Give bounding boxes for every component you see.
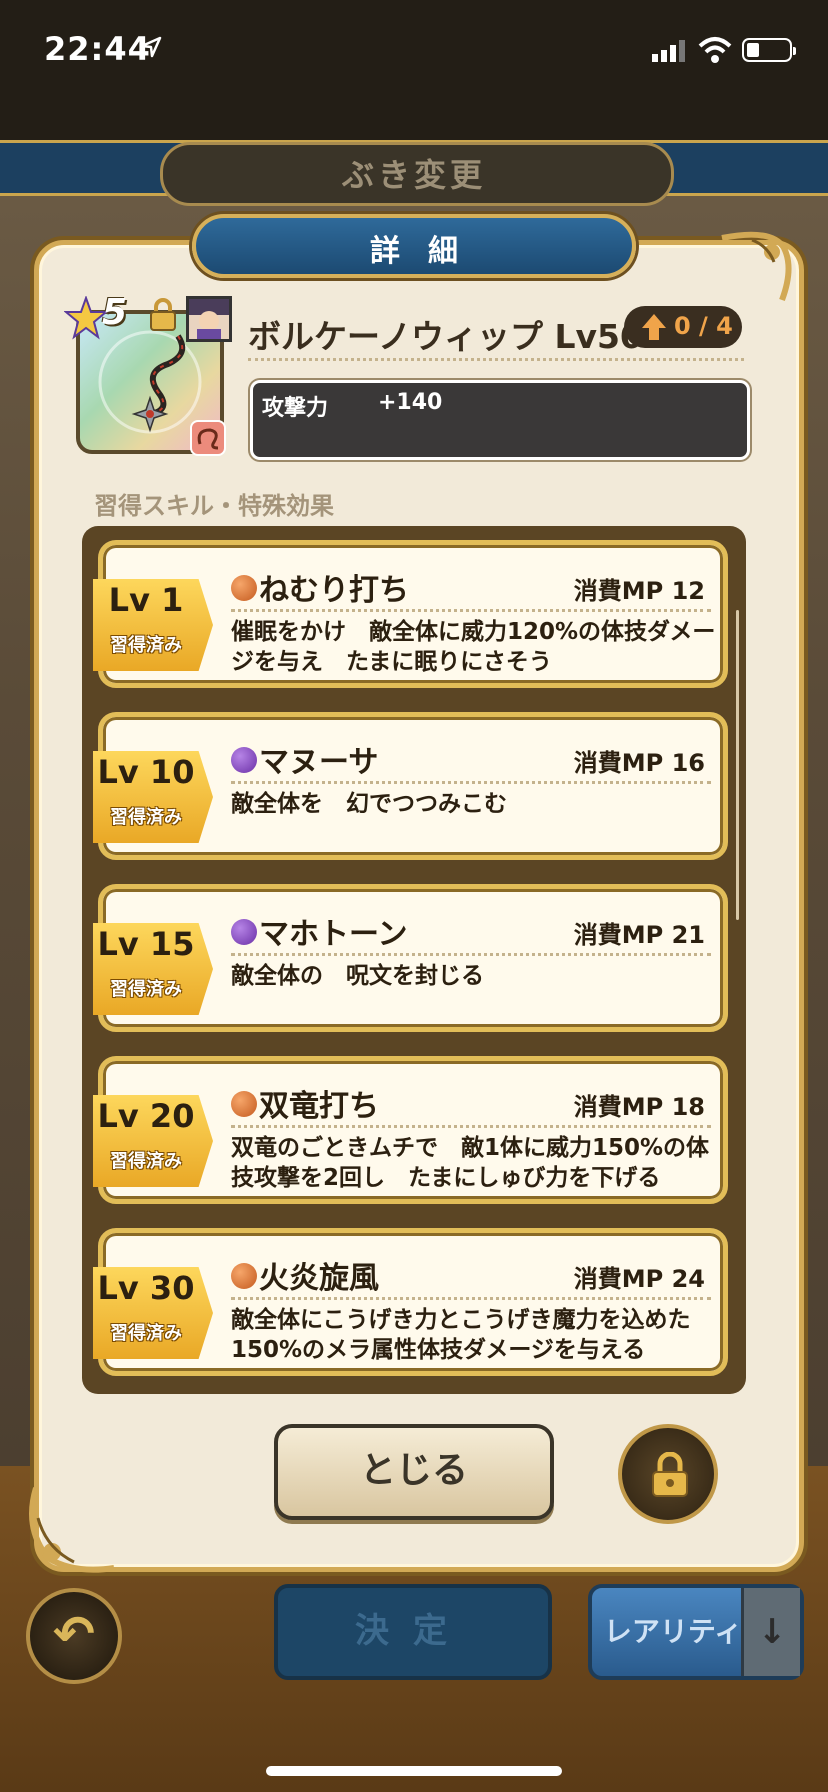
learned-badge: 習得済み — [110, 979, 182, 1000]
skill-level: Lv 1 — [108, 581, 184, 619]
weapon-name: ボルケーノウィップ Lv50 — [248, 317, 643, 356]
divider — [231, 609, 711, 612]
panel-title: 詳細 — [370, 234, 486, 269]
skill-mp: 消費MP 12 — [573, 577, 705, 605]
lock-icon — [652, 1452, 688, 1497]
skill-card[interactable]: Lv 15 習得済み マホトーン 消費MP 21 敵全体の 呪文を封じる — [93, 884, 728, 1032]
close-button[interactable]: とじる — [274, 1424, 554, 1520]
home-indicator[interactable] — [266, 1766, 562, 1776]
stat-value: +140 — [378, 390, 443, 415]
rarity-number: 5 — [102, 292, 128, 333]
stat-label: 攻撃力 — [262, 396, 329, 421]
sort-down-arrow-icon[interactable]: ↓ — [741, 1588, 800, 1676]
rarity-sort-label: レアリティ — [603, 1615, 743, 1648]
level-tag: Lv 1 習得済み — [93, 579, 213, 671]
learned-badge: 習得済み — [110, 807, 182, 828]
lock-icon — [150, 298, 176, 331]
skill-mp: 消費MP 18 — [573, 1093, 705, 1121]
skill-name: 双竜打ち — [259, 1089, 379, 1124]
scrollbar[interactable] — [736, 610, 739, 920]
status-bar — [0, 0, 828, 140]
orange-skill-icon — [231, 575, 257, 601]
lock-button[interactable] — [618, 1424, 718, 1524]
upgrade-count: 0 / 4 — [674, 312, 733, 340]
back-button[interactable]: ↶ — [26, 1588, 122, 1684]
skill-name: マホトーン — [259, 917, 408, 952]
purple-skill-icon — [231, 919, 257, 945]
rarity-sort-button[interactable]: レアリティ ↓ — [588, 1584, 804, 1680]
skill-card[interactable]: Lv 1 習得済み ねむり打ち 消費MP 12 催眠をかけ 敵全体に威力120%の… — [93, 540, 728, 688]
cellular-signal-icon — [652, 40, 685, 62]
skill-mp: 消費MP 21 — [573, 921, 705, 949]
skill-name: 火炎旋風 — [259, 1261, 379, 1296]
arrow-up-icon — [642, 314, 666, 340]
skill-description: 敵全体にこうげき力とこうげき魔力を込めた150%のメラ属性体技ダメージを与える — [231, 1307, 691, 1363]
back-arrow-icon: ↶ — [53, 1605, 95, 1663]
battery-icon — [742, 38, 796, 62]
skill-level: Lv 30 — [97, 1269, 195, 1307]
learned-badge: 習得済み — [110, 635, 182, 656]
level-tag: Lv 30 習得済み — [93, 1267, 213, 1359]
skill-description: 催眠をかけ 敵全体に威力120%の体技ダメージを与え たまに眠りにさそう — [231, 619, 716, 675]
skill-list[interactable]: Lv 1 習得済み ねむり打ち 消費MP 12 催眠をかけ 敵全体に威力120%の… — [82, 526, 746, 1394]
skill-description: 敵全体を 幻でつつみこむ — [231, 791, 507, 817]
orange-skill-icon — [231, 1091, 257, 1117]
skill-name: マヌーサ — [259, 745, 379, 780]
section-label: 習得スキル・特殊効果 — [94, 492, 334, 520]
skill-description: 双竜のごときムチで 敵1体に威力150%の体技攻撃を2回し たまにしゅび力を下げ… — [231, 1135, 710, 1191]
skill-level: Lv 15 — [97, 925, 195, 963]
divider — [231, 953, 711, 956]
skill-name: ねむり打ち — [259, 573, 409, 608]
skill-description: 敵全体の 呪文を封じる — [231, 963, 484, 989]
skill-card[interactable]: Lv 30 習得済み 火炎旋風 消費MP 24 敵全体にこうげき力とこうげき魔力を… — [93, 1228, 728, 1376]
screen-title: ぶき変更 — [341, 156, 486, 194]
learned-badge: 習得済み — [110, 1151, 182, 1172]
learned-badge: 習得済み — [110, 1323, 182, 1344]
whip-type-icon — [190, 420, 226, 456]
wifi-icon — [698, 37, 732, 63]
location-arrow-icon — [140, 36, 162, 58]
skill-level: Lv 10 — [97, 753, 195, 791]
divider — [231, 781, 711, 784]
divider — [248, 358, 744, 361]
character-icon — [186, 296, 232, 342]
skill-mp: 消費MP 24 — [573, 1265, 705, 1293]
ornament-corner-icon — [721, 231, 792, 302]
level-tag: Lv 20 習得済み — [93, 1095, 213, 1187]
status-time: 22:44 — [44, 30, 151, 68]
decide-button[interactable]: 決定 — [274, 1584, 552, 1680]
skill-mp: 消費MP 16 — [573, 749, 705, 777]
orange-skill-icon — [231, 1263, 257, 1289]
skill-level: Lv 20 — [97, 1097, 195, 1135]
level-tag: Lv 10 習得済み — [93, 751, 213, 843]
skill-card[interactable]: Lv 20 習得済み 双竜打ち 消費MP 18 双竜のごときムチで 敵1体に威力1… — [93, 1056, 728, 1204]
purple-skill-icon — [231, 747, 257, 773]
ornament-corner-icon — [29, 1487, 115, 1573]
skill-card[interactable]: Lv 10 習得済み マヌーサ 消費MP 16 敵全体を 幻でつつみこむ — [93, 712, 728, 860]
divider — [231, 1297, 711, 1300]
divider — [231, 1125, 711, 1128]
level-tag: Lv 15 習得済み — [93, 923, 213, 1015]
